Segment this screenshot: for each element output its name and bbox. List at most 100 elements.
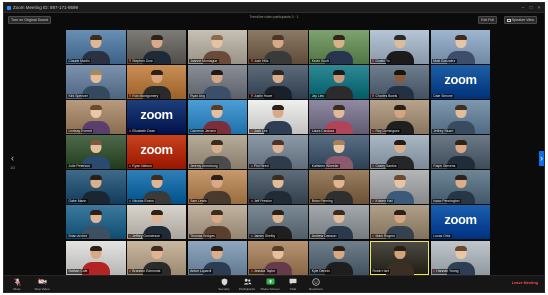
page-indicator: 1/3 [10,166,15,170]
maximize-icon[interactable]: □ [529,5,533,10]
participant-name-label: Ryan Ang [188,93,207,99]
participant-video-tile[interactable]: Joanne Montague [187,30,248,64]
participant-video-tile[interactable]: Josh Lee [248,100,308,135]
participant-video-tile[interactable]: Robin Hart [369,240,430,275]
participant-video-tile[interactable]: Jeff Preston [248,170,308,205]
participant-hair [150,70,163,76]
speaker-view-button[interactable]: Speaker View [503,16,537,24]
participant-hair [332,70,345,76]
participant-video-tile[interactable]: Hannah Young [430,240,491,275]
close-icon[interactable]: × [537,5,541,10]
participants-button[interactable]: Participants [239,278,255,291]
participant-video-tile[interactable]: Nathan Cole [66,240,126,275]
participant-name-label: Jeff Preston [249,198,274,204]
participant-video-tile[interactable]: Brian Archer [66,205,126,240]
participant-hair [454,105,467,111]
participant-video-tile[interactable]: Matt Gonzalez [430,30,491,64]
participant-video-tile[interactable]: Jeffrey Stuart [430,100,491,135]
participant-hair [393,175,406,181]
participant-name-label: Lucas Ortiz [431,234,452,239]
participant-video-tile[interactable]: Jeremy Armstrong [187,135,248,170]
participant-video-tile[interactable]: Ralph Stevens [430,135,491,170]
video-camera-button[interactable]: Stop Video [34,278,50,291]
participant-video-tile[interactable]: Ryan Ang [187,65,248,100]
reactions-button[interactable]: Reactions [308,277,324,291]
participant-video-tile[interactable]: zoom Ryan Nelson [126,135,187,170]
participant-video-tile[interactable]: Mark Rogers [369,205,430,240]
participant-hair [272,140,285,146]
participant-video-tile[interactable]: Jeffrey Gunnerson [126,205,187,240]
participant-video-tile[interactable]: Laura Cardoza [309,100,369,135]
toolbar-label: Security [218,286,230,291]
security-button[interactable]: Security [216,278,232,291]
participant-hair [393,105,406,111]
participant-video-tile[interactable]: Rob Montgomery [126,65,187,100]
participant-hair [393,245,406,251]
participant-video-tile[interactable]: Claude Martin [66,30,126,64]
participant-name-label: Jessica Taylor [249,269,277,274]
participant-name-label: Josh Lee [249,128,270,134]
participant-video-tile[interactable]: zoom Dale Simone [430,65,491,100]
participant-video-tile[interactable]: Jay Lieu [309,65,369,100]
leave-meeting-button[interactable]: Leave Meeting [512,281,538,285]
participant-video-tile[interactable]: Justin Howe [248,65,308,100]
participant-video-tile[interactable]: Dustin Yo [369,30,430,64]
participant-video-tile[interactable]: Ray Dominguez [369,100,430,135]
window-controls: – □ × [521,3,541,12]
participant-name-label: Gabe Mann [67,198,88,204]
participant-name-label: Rob Montgomery [127,93,160,99]
participant-video-tile[interactable]: Thomas Bridges [187,205,248,240]
participant-video-tile[interactable]: Andrew Dawson [309,205,369,240]
participant-name-label: Phil Reed [249,163,271,169]
participant-video-tile[interactable]: Julie Peterson [66,135,126,170]
chat-button[interactable]: Chat [285,278,301,291]
participant-hair [393,70,406,76]
previous-page-arrow[interactable]: ‹ [9,151,16,166]
participant-video-tile[interactable]: Phil Reed [248,135,308,170]
participant-hair [150,245,163,251]
gallery-grid: Claude Martin Stephen Dow Joanne Montague J… [66,30,491,275]
minimize-icon[interactable]: – [521,5,525,10]
participant-hair [454,35,467,40]
participant-video-tile[interactable]: Jessica Taylor [248,240,308,275]
participant-video-tile[interactable]: Nicolas Evans [126,170,187,205]
participant-name-label: Anton Lupardi [188,269,213,274]
exit-full-screen-button[interactable]: Exit Full [478,16,497,24]
participant-name-label: Cameron Jensen [188,128,218,134]
muted-mic-icon [250,129,253,133]
participant-video-tile[interactable]: James Shelby [248,205,308,240]
participant-video-tile[interactable]: Anton Lupardi [187,240,248,275]
participant-name-label: Jeffrey Gunnerson [127,234,162,239]
zoom-logo-background: zoom [444,212,477,228]
participant-video-tile[interactable]: Lindsay Everett [66,100,126,135]
participant-name-label: Joanne Montague [188,58,219,63]
participant-video-tile[interactable]: zoom Elizabeth Dean [126,100,187,135]
participant-video-tile[interactable]: Charles Bowls [369,65,430,100]
participant-video-tile[interactable]: Kyle Dennis [309,240,369,275]
participant-video-tile[interactable]: zoom Lucas Ortiz [430,205,491,240]
participant-video-tile[interactable]: Cameron Jensen [187,100,248,135]
participant-name-label: Kyle Dennis [310,269,332,274]
participant-hair [332,35,345,40]
participant-name-label: Ray Dominguez [370,128,402,134]
participant-video-tile[interactable]: Stephen Dow [126,30,187,64]
muted-mic-icon [129,199,132,203]
participant-video-tile[interactable]: Kirk Spencer [66,65,126,100]
participant-video-tile[interactable]: Brian Fleming [309,170,369,205]
participant-video-tile[interactable]: Gabe Mann [66,170,126,205]
meeting-title: Trendline video participants 0 · 1 [249,15,299,19]
participant-video-tile[interactable]: Casey Santos [369,135,430,170]
participant-video-tile[interactable]: Kristen Hall [369,170,430,205]
next-page-arrow[interactable]: › [539,151,544,166]
participant-hair [332,245,345,251]
microphone-button[interactable]: Mute [9,277,25,291]
participant-video-tile[interactable]: Isaac Pennington [430,170,491,205]
participant-hair [211,140,224,146]
participant-video-tile[interactable]: Kevin Scott [309,30,369,64]
participant-video-tile[interactable]: Sam Lewis [187,170,248,205]
share-screen-button[interactable]: Share Screen [261,278,279,291]
participant-video-tile[interactable]: Kathleen Wheeler [309,135,369,170]
participant-video-tile[interactable]: Brandon Edmonds [126,240,187,275]
muted-mic-icon [250,59,253,62]
participant-video-tile[interactable]: Josh Hills [248,30,308,64]
